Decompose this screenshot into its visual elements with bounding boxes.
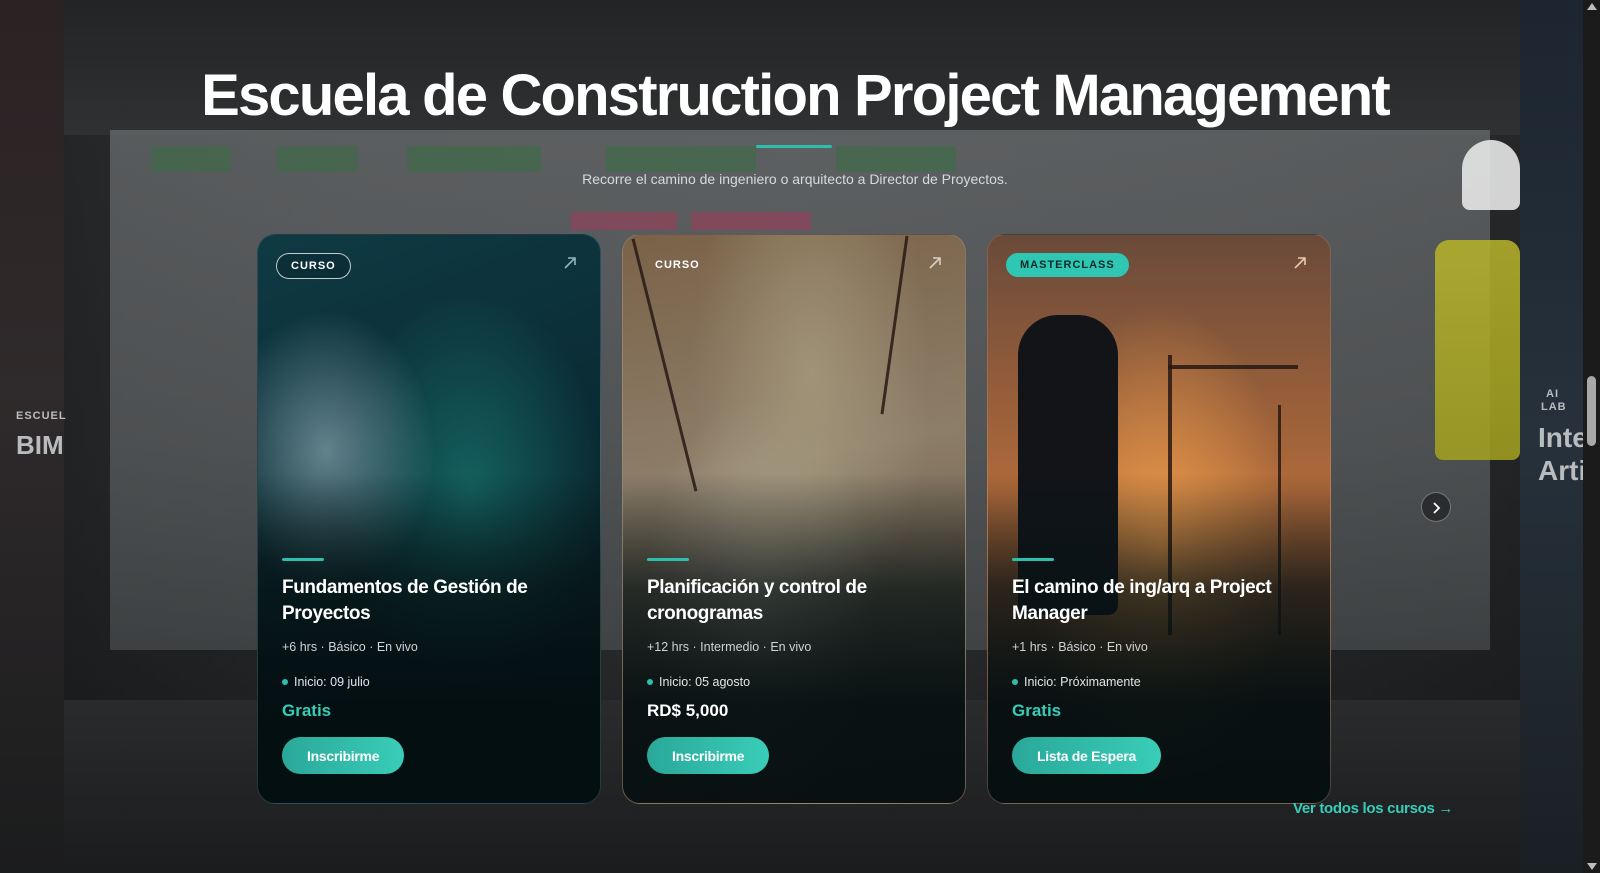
adjacent-right-label-1: AI (1546, 388, 1559, 400)
status-dot-icon (282, 679, 288, 685)
course-start: Inicio: 05 agosto (647, 675, 750, 689)
background-sticky-notes (691, 212, 811, 230)
course-price: Gratis (1012, 701, 1062, 720)
adjacent-left-label: ESCUEL (16, 410, 67, 422)
course-card[interactable]: MASTERCLASS El camino de ing/arq a Proje… (987, 234, 1331, 804)
status-dot-icon (1012, 679, 1018, 685)
page-subtitle: Recorre el camino de ingeniero o arquite… (582, 171, 1008, 187)
carousel-next-button[interactable] (1421, 492, 1451, 522)
crane-decoration (1168, 365, 1298, 369)
course-type-badge: CURSO (655, 259, 700, 271)
background-tag (277, 146, 357, 172)
course-start-text: Inicio: 09 julio (294, 675, 370, 689)
course-meta: +1 hrs · Básico · En vivo (1012, 640, 1148, 654)
course-meta: +12 hrs · Intermedio · En vivo (647, 640, 812, 654)
course-card[interactable]: CURSO Planificación y control de cronogr… (622, 234, 966, 804)
card-accent-line (647, 558, 689, 561)
scroll-up-arrow-icon[interactable] (1587, 3, 1597, 10)
course-title: Planificación y control de cronogramas (647, 577, 867, 624)
enroll-button[interactable]: Inscribirme (282, 737, 405, 774)
adjacent-right-title-2: Arti (1538, 455, 1587, 486)
scroll-down-arrow-icon[interactable] (1587, 863, 1597, 870)
chevron-right-icon (1433, 502, 1441, 514)
arrow-up-right-icon[interactable] (1290, 253, 1310, 273)
waitlist-button[interactable]: Lista de Espera (1012, 737, 1161, 774)
adjacent-right-label-2: LAB (1541, 401, 1567, 413)
background-tag (836, 146, 956, 172)
adjacent-right-title-1: Inte (1538, 422, 1588, 453)
see-all-courses-link[interactable]: Ver todos los cursos → (1293, 800, 1453, 817)
card-accent-line (1012, 558, 1054, 561)
course-card[interactable]: CURSO Fundamentos de Gestión de Proyecto… (257, 234, 601, 804)
background-tag (151, 146, 231, 172)
course-meta: +6 hrs · Básico · En vivo (282, 640, 418, 654)
crane-decoration (880, 235, 909, 415)
course-start-text: Inicio: 05 agosto (659, 675, 751, 689)
title-accent-line (756, 145, 832, 148)
course-start: Inicio: 09 julio (282, 675, 370, 689)
course-price: RD$ 5,000 (647, 701, 729, 720)
safety-vest-decoration (1435, 240, 1520, 460)
course-type-badge: CURSO (276, 253, 351, 279)
course-start-text: Inicio: Próximamente (1024, 675, 1141, 689)
course-start: Inicio: Próximamente (1012, 675, 1141, 689)
card-accent-line (282, 558, 324, 561)
adjacent-left-title: BIM (16, 430, 64, 460)
arrow-up-right-icon[interactable] (925, 253, 945, 273)
course-title: El camino de ing/arq a Project Manager (1012, 577, 1272, 624)
course-type-badge: MASTERCLASS (1006, 253, 1129, 277)
page-scrollbar[interactable] (1583, 0, 1600, 873)
background-tag (407, 146, 541, 172)
arrow-up-right-icon[interactable] (560, 253, 580, 273)
background-sticky-notes (571, 212, 677, 230)
status-dot-icon (647, 679, 653, 685)
scroll-thumb[interactable] (1587, 376, 1596, 446)
course-price: Gratis (282, 701, 332, 720)
course-title: Fundamentos de Gestión de Proyectos (282, 577, 528, 624)
page-title: Escuela de Construction Project Manageme… (201, 63, 1391, 128)
background-tag (606, 146, 756, 172)
enroll-button[interactable]: Inscribirme (647, 737, 770, 774)
